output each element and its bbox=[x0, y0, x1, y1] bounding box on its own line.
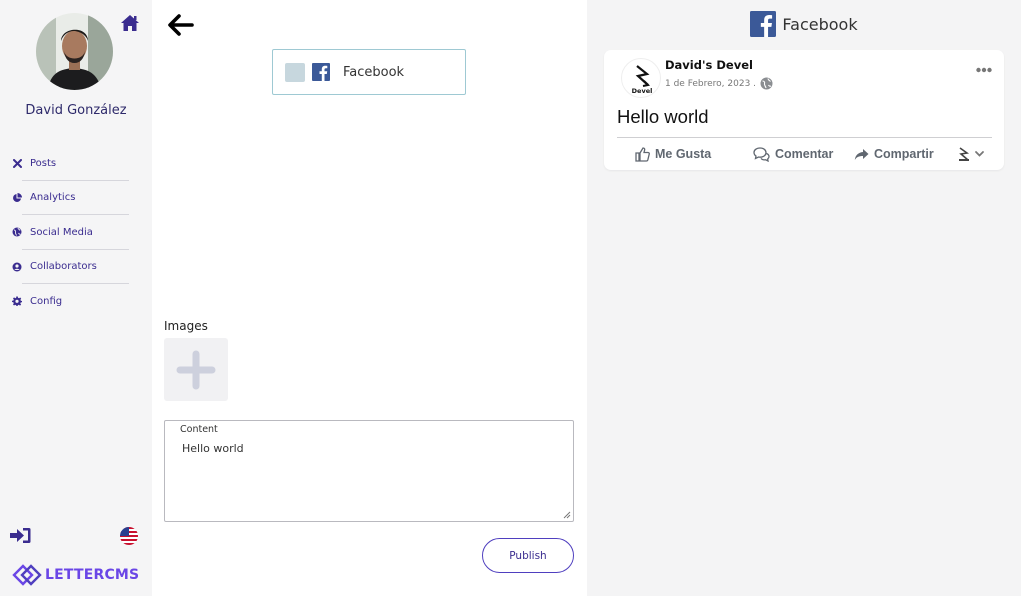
comment-button[interactable]: Comentar bbox=[753, 146, 834, 162]
sidebar-item-config[interactable]: Config bbox=[0, 284, 152, 319]
publish-button[interactable]: Publish bbox=[482, 538, 574, 573]
post-card: Devel David's Devel 1 de Febrero, 2023 .… bbox=[604, 50, 1004, 170]
network-option-facebook[interactable]: Facebook bbox=[272, 49, 466, 95]
back-arrow-icon[interactable] bbox=[168, 14, 194, 36]
thumbs-up-icon bbox=[635, 146, 650, 162]
page-name[interactable]: David's Devel bbox=[665, 58, 753, 72]
sidebar: David González Posts Analytics Social Me… bbox=[0, 0, 152, 596]
sidebar-item-social-media[interactable]: Social Media bbox=[0, 215, 152, 250]
logout-icon[interactable] bbox=[10, 527, 31, 544]
network-checkbox[interactable] bbox=[285, 62, 305, 82]
lettercms-logo[interactable]: LETTERCMS bbox=[12, 564, 139, 586]
page-avatar-chevron-icon bbox=[959, 147, 984, 161]
facebook-preview-panel: Facebook Devel David's Devel 1 de Febrer… bbox=[587, 0, 1021, 596]
lettercms-logo-icon bbox=[12, 564, 42, 586]
post-date: 1 de Febrero, 2023 . bbox=[665, 78, 757, 89]
share-label: Compartir bbox=[874, 147, 934, 161]
facebook-icon bbox=[312, 63, 330, 81]
user-circle-icon bbox=[12, 262, 22, 272]
svg-text:Devel: Devel bbox=[632, 87, 653, 95]
post-as-page-selector[interactable] bbox=[957, 146, 992, 162]
plus-icon bbox=[176, 350, 216, 389]
page-avatar[interactable]: Devel bbox=[621, 58, 661, 98]
sidebar-item-analytics[interactable]: Analytics bbox=[0, 181, 152, 216]
comment-label: Comentar bbox=[775, 147, 834, 161]
preview-header: Facebook bbox=[587, 11, 1021, 37]
share-button[interactable]: Compartir bbox=[854, 147, 934, 161]
us-flag-icon[interactable] bbox=[120, 527, 138, 545]
avatar[interactable] bbox=[36, 13, 113, 90]
post-divider bbox=[617, 137, 992, 138]
pie-chart-icon bbox=[12, 192, 22, 203]
close-icon bbox=[12, 158, 22, 168]
preview-title: Facebook bbox=[782, 14, 858, 34]
globe-icon bbox=[12, 227, 22, 237]
globe-icon bbox=[760, 77, 773, 90]
post-text: Hello world bbox=[617, 106, 709, 127]
sidebar-item-label: Analytics bbox=[30, 192, 76, 204]
comment-icon bbox=[753, 146, 770, 162]
images-label: Images bbox=[164, 319, 208, 333]
sidebar-nav: Posts Analytics Social Media Collaborato… bbox=[0, 146, 152, 319]
content-label: Content bbox=[180, 424, 218, 435]
resize-handle-icon[interactable] bbox=[563, 511, 571, 519]
network-label: Facebook bbox=[343, 64, 405, 80]
like-label: Me Gusta bbox=[655, 147, 712, 161]
brand-name: LETTERCMS bbox=[45, 567, 140, 583]
more-options-icon[interactable] bbox=[976, 67, 992, 73]
sidebar-item-label: Config bbox=[30, 295, 63, 307]
post-actions: Me Gusta Comentar Compartir bbox=[617, 142, 992, 166]
add-image-button[interactable] bbox=[164, 338, 228, 401]
share-icon bbox=[854, 148, 869, 160]
facebook-icon bbox=[750, 11, 777, 37]
content-value[interactable]: Hello world bbox=[182, 442, 244, 455]
like-button[interactable]: Me Gusta bbox=[635, 146, 712, 162]
user-name: David González bbox=[25, 103, 127, 118]
content-textarea[interactable]: Content Hello world bbox=[164, 420, 574, 522]
sidebar-item-posts[interactable]: Posts bbox=[0, 146, 152, 181]
sidebar-item-label: Posts bbox=[30, 157, 57, 169]
sidebar-item-label: Social Media bbox=[30, 226, 93, 238]
sidebar-item-collaborators[interactable]: Collaborators bbox=[0, 250, 152, 285]
gear-icon bbox=[12, 296, 22, 307]
home-icon[interactable] bbox=[120, 14, 140, 32]
post-date-row: 1 de Febrero, 2023 . bbox=[665, 77, 773, 90]
sidebar-item-label: Collaborators bbox=[30, 261, 97, 273]
